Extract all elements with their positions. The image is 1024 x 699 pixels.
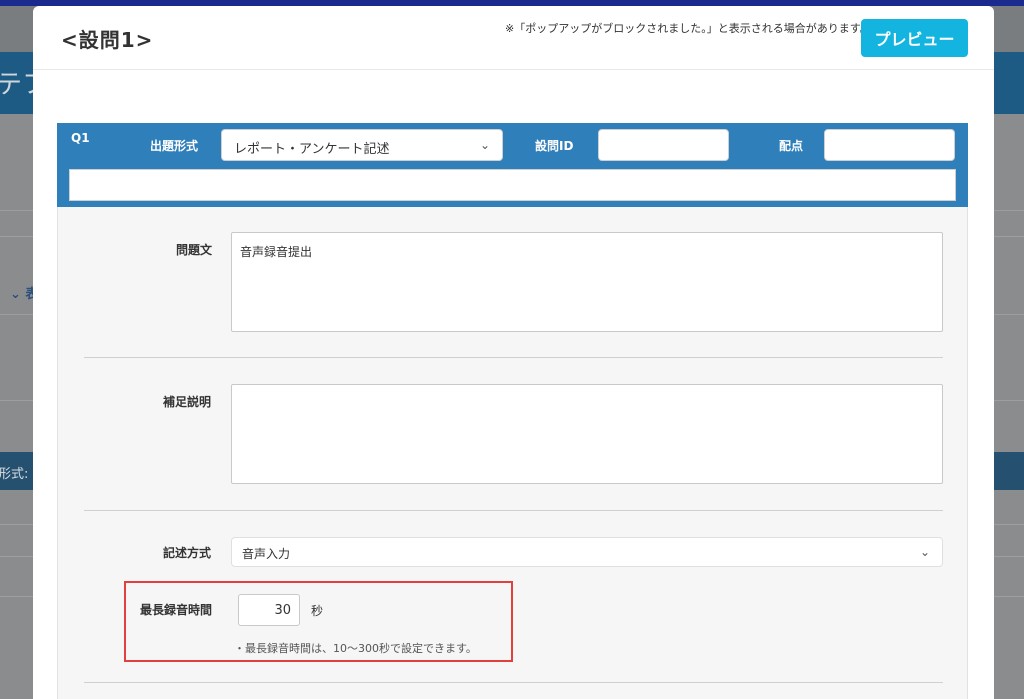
popup-block-note: ※「ポップアップがブロックされました。」と表示される場合があります。 (505, 22, 871, 35)
question-type-label: 出題形式 (150, 139, 199, 153)
question-modal: <設問1> ※「ポップアップがブロックされました。」と表示される場合があります。… (33, 6, 994, 699)
question-type-select[interactable]: レポート・アンケート記述 ⌄ (221, 129, 503, 161)
section-divider (84, 682, 943, 683)
preview-button[interactable]: プレビュー (861, 19, 968, 57)
supplement-label: 補足説明 (163, 395, 212, 409)
input-method-label: 記述方式 (163, 546, 212, 560)
question-number: Q1 (71, 131, 90, 145)
question-body: 問題文 音声録音提出 補足説明 記述方式 音声入力 ⌄ 最長録音時間 30 秒 … (57, 207, 968, 699)
input-method-value: 音声入力 (242, 547, 291, 561)
chevron-down-icon: ⌄ (919, 545, 930, 559)
question-id-label: 設問ID (535, 139, 574, 153)
bg-table-header-text: 形式: (0, 467, 29, 482)
score-label: 配点 (779, 139, 804, 153)
supplement-text-area[interactable] (231, 384, 943, 484)
max-recording-time-label: 最長録音時間 (140, 603, 213, 617)
question-header: Q1 出題形式 レポート・アンケート記述 ⌄ 設問ID 配点 (57, 123, 968, 207)
section-divider (84, 510, 943, 511)
question-title-input[interactable] (69, 169, 956, 201)
question-text-label: 問題文 (176, 243, 213, 257)
max-recording-time-hint: ・最長録音時間は、10〜300秒で設定できます。 (234, 642, 477, 655)
max-recording-time-input[interactable]: 30 (238, 594, 300, 626)
modal-title: <設問1> (61, 28, 154, 52)
chevron-down-icon: ⌄ (479, 138, 490, 152)
question-id-input[interactable] (598, 129, 729, 161)
question-text-area[interactable]: 音声録音提出 (231, 232, 943, 332)
section-divider (84, 357, 943, 358)
score-input[interactable] (824, 129, 955, 161)
modal-header: <設問1> ※「ポップアップがブロックされました。」と表示される場合があります。… (33, 6, 994, 70)
input-method-select[interactable]: 音声入力 ⌄ (231, 537, 943, 567)
question-type-value: レポート・アンケート記述 (234, 142, 390, 157)
seconds-unit: 秒 (311, 604, 324, 618)
